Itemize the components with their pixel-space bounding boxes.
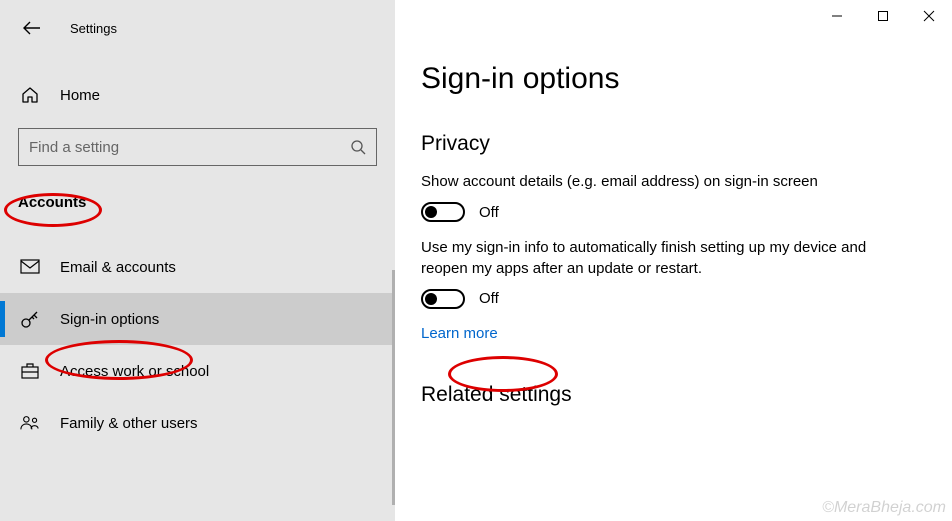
minimize-button[interactable] <box>814 0 860 32</box>
home-nav[interactable]: Home <box>0 76 395 114</box>
setting2-state: Off <box>479 290 499 307</box>
nav-label: Email & accounts <box>60 259 176 276</box>
nav-label: Access work or school <box>60 363 209 380</box>
mail-icon <box>20 257 40 277</box>
setting1-desc: Show account details (e.g. email address… <box>421 172 881 192</box>
privacy-heading: Privacy <box>421 132 928 156</box>
nav-sign-in-options[interactable]: Sign-in options <box>0 293 395 345</box>
close-button[interactable] <box>906 0 952 32</box>
key-icon <box>20 309 40 329</box>
learn-more-link[interactable]: Learn more <box>421 325 498 342</box>
toggle-knob <box>425 293 437 305</box>
setting1-toggle[interactable] <box>421 202 465 222</box>
nav-label: Sign-in options <box>60 311 159 328</box>
setting1-state: Off <box>479 204 499 221</box>
back-arrow-icon <box>23 21 41 35</box>
close-icon <box>923 10 935 22</box>
watermark: ©MeraBheja.com <box>822 499 946 517</box>
home-label: Home <box>60 87 100 104</box>
home-icon <box>20 86 40 104</box>
toggle-knob <box>425 206 437 218</box>
maximize-button[interactable] <box>860 0 906 32</box>
nav-email-accounts[interactable]: Email & accounts <box>0 241 395 293</box>
section-header: Accounts <box>18 194 395 211</box>
page-title: Sign-in options <box>421 62 928 96</box>
related-heading: Related settings <box>421 383 928 407</box>
back-button[interactable] <box>12 14 52 42</box>
setting2-toggle[interactable] <box>421 289 465 309</box>
people-icon <box>20 413 40 433</box>
briefcase-icon <box>20 361 40 381</box>
search-input[interactable] <box>29 139 350 156</box>
nav-access-work[interactable]: Access work or school <box>0 345 395 397</box>
search-box[interactable] <box>18 128 377 166</box>
nav-label: Family & other users <box>60 415 198 432</box>
minimize-icon <box>831 10 843 22</box>
search-icon <box>350 139 366 155</box>
setting2-desc: Use my sign-in info to automatically fin… <box>421 238 881 279</box>
maximize-icon <box>877 10 889 22</box>
window-title: Settings <box>70 21 117 36</box>
nav-family-users[interactable]: Family & other users <box>0 397 395 449</box>
